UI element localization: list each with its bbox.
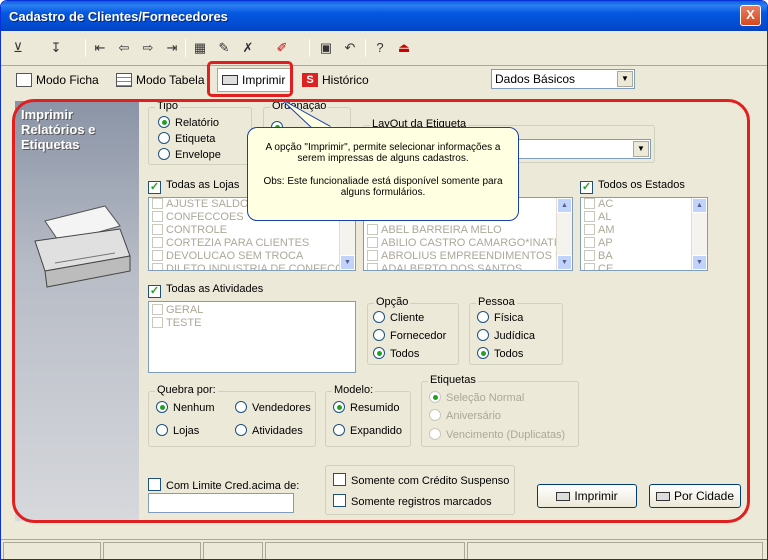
tab-modo-ficha-label: Modo Ficha [36, 73, 99, 87]
view-select[interactable]: Dados Básicos ▼ [491, 69, 635, 89]
calculator-icon[interactable]: ▦ [189, 37, 211, 59]
form-icon [16, 73, 32, 87]
title-bar: Cadastro de Clientes/Fornecedores X [1, 1, 767, 31]
window-title: Cadastro de Clientes/Fornecedores [9, 9, 228, 24]
view-tabs: Modo Ficha Modo Tabela Imprimir S Histór… [1, 65, 767, 95]
imprimir-highlight [207, 61, 293, 97]
content-highlight [12, 99, 750, 523]
first-record-icon[interactable]: ⇤ [89, 37, 111, 59]
filter-icon[interactable]: ⊻ [7, 37, 29, 59]
history-icon: S [302, 73, 318, 87]
delete-icon[interactable]: ✗ [237, 37, 259, 59]
tab-modo-ficha[interactable]: Modo Ficha [11, 68, 106, 92]
status-bar [1, 539, 767, 559]
table-icon [116, 73, 132, 87]
save-icon[interactable]: ▣ [315, 37, 337, 59]
tab-historico-label: Histórico [322, 73, 369, 87]
exit-icon[interactable]: ⏏ [393, 37, 415, 59]
help-icon[interactable]: ? [369, 37, 391, 59]
edit-icon[interactable]: ✎ [213, 37, 235, 59]
last-record-icon[interactable]: ⇥ [161, 37, 183, 59]
tab-historico[interactable]: S Histórico [297, 68, 376, 92]
tab-modo-tabela-label: Modo Tabela [136, 73, 205, 87]
chevron-down-icon[interactable]: ▼ [617, 71, 633, 87]
main-window: Cadastro de Clientes/Fornecedores X ⊻ ↧ … [0, 0, 768, 560]
brush-icon[interactable]: ✐ [271, 37, 293, 59]
next-record-icon[interactable]: ⇨ [137, 37, 159, 59]
close-button[interactable]: X [740, 5, 761, 26]
prev-record-icon[interactable]: ⇦ [113, 37, 135, 59]
view-select-value: Dados Básicos [495, 72, 576, 86]
toolbar: ⊻ ↧ ⇤ ⇦ ⇨ ⇥ ▦ ✎ ✗ ✐ ▣ ↶ ? ⏏ [5, 35, 765, 63]
tab-modo-tabela[interactable]: Modo Tabela [111, 68, 212, 92]
undo-icon[interactable]: ↶ [339, 37, 361, 59]
sort-icon[interactable]: ↧ [45, 37, 67, 59]
